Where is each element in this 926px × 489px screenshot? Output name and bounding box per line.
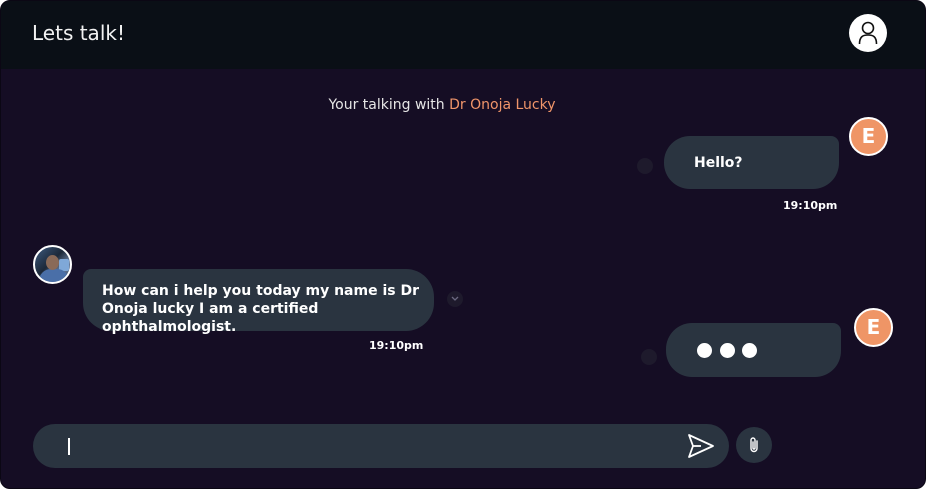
typing-dot	[697, 343, 712, 358]
message-timestamp: 19:10pm	[369, 339, 424, 352]
message-menu-button[interactable]	[447, 291, 463, 307]
paperclip-icon	[750, 437, 758, 453]
user-icon	[858, 21, 878, 45]
doctor-name: Dr Onoja Lucky	[449, 97, 556, 113]
attach-button[interactable]	[736, 427, 772, 463]
message-timestamp: 19:10pm	[783, 199, 838, 212]
typing-indicator-bubble	[666, 323, 841, 377]
send-icon	[688, 434, 714, 458]
header-title: Lets talk!	[32, 21, 125, 45]
message-text: Hello?	[694, 155, 743, 171]
message-composer[interactable]	[33, 424, 729, 468]
message-text: How can i help you today my name is Dr O…	[102, 283, 419, 335]
typing-dot	[742, 343, 757, 358]
incoming-message-bubble: How can i help you today my name is Dr O…	[83, 269, 434, 335]
banner-prefix: Your talking with	[328, 97, 450, 113]
conversation-banner: Your talking with Dr Onoja Lucky	[1, 97, 883, 113]
outgoing-message-bubble: Hello?	[664, 136, 839, 189]
user-avatar[interactable]: E	[849, 117, 888, 156]
send-button[interactable]	[687, 433, 715, 459]
chat-window: Lets talk! Your talking with Dr Onoja Lu…	[0, 0, 926, 489]
doctor-avatar[interactable]	[33, 245, 72, 284]
text-caret	[68, 438, 70, 455]
message-options-dot[interactable]	[641, 349, 657, 365]
user-avatar[interactable]: E	[854, 308, 893, 347]
chevron-down-icon	[451, 296, 459, 301]
profile-avatar-button[interactable]	[849, 14, 887, 52]
chat-header: Lets talk!	[1, 1, 925, 69]
message-options-dot[interactable]	[637, 158, 653, 174]
typing-dot	[720, 343, 735, 358]
message-input[interactable]	[53, 424, 673, 468]
